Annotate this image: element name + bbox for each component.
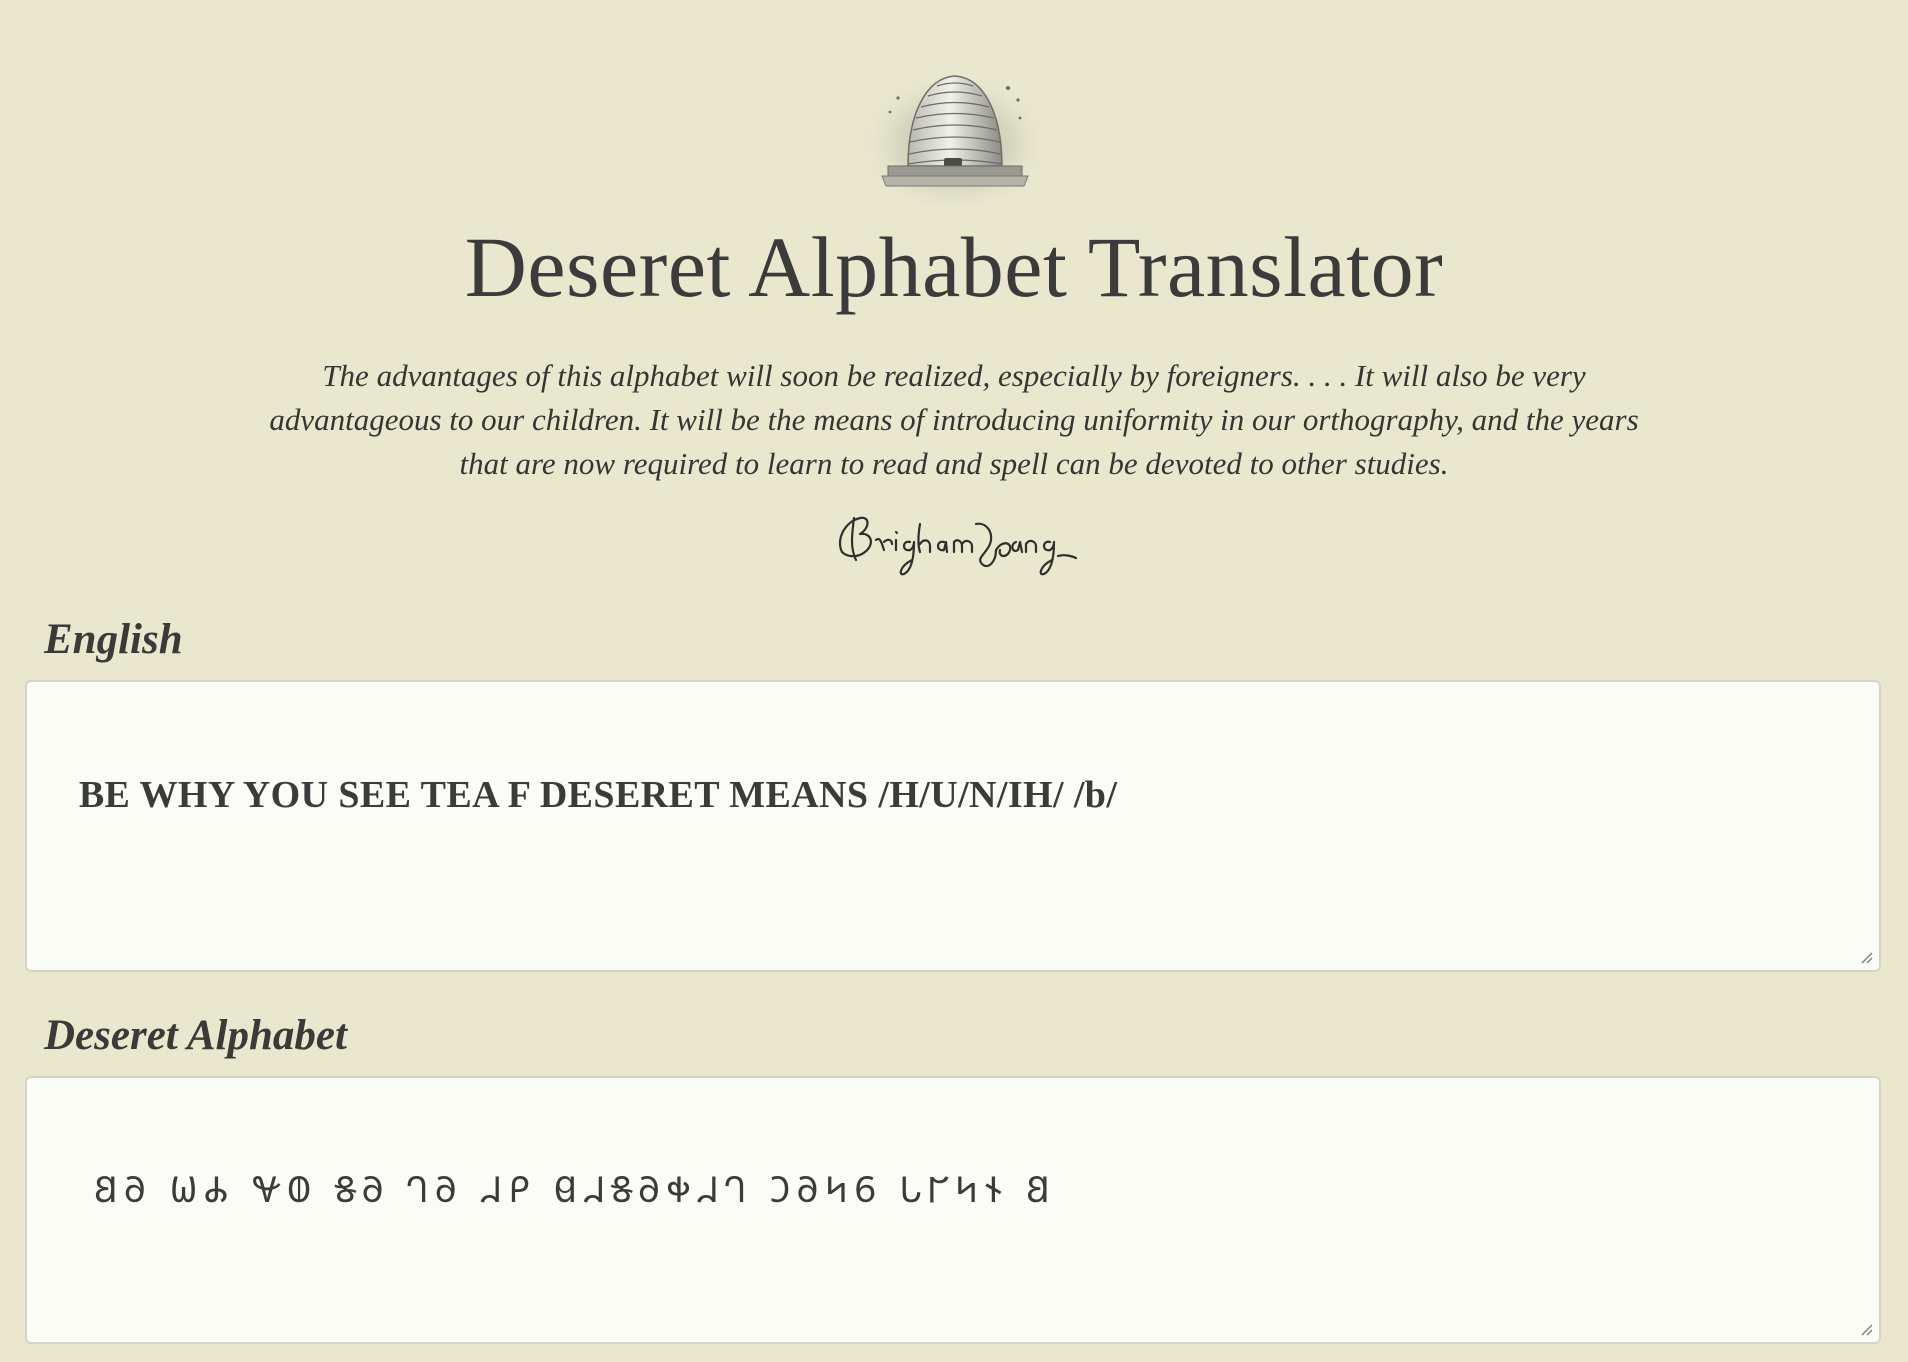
page-title: Deseret Alphabet Translator: [464, 219, 1444, 315]
english-text[interactable]: BE WHY YOU SEE TEA F DESERET MEANS /H/U/…: [79, 774, 1117, 816]
resize-handle-icon[interactable]: [1859, 950, 1873, 964]
brigham-young-quote: The advantages of this alphabet will soo…: [269, 358, 1639, 481]
deseret-output[interactable]: 𐐒𐐀 𐐎𐐌 𐐏𐐅 𐐝𐐀 𐐓𐐀 𐐇𐐙 𐐔𐐇𐐝𐐀𐐡𐐇𐐓 𐐣𐐀𐐤𐐞 𐐢𐐊𐐤𐐆 𐐒: [25, 1076, 1881, 1344]
english-input[interactable]: BE WHY YOU SEE TEA F DESERET MEANS /H/U/…: [25, 680, 1881, 972]
deseret-label: Deseret Alphabet: [44, 1012, 347, 1059]
deseret-text[interactable]: 𐐒𐐀 𐐎𐐌 𐐏𐐅 𐐝𐐀 𐐓𐐀 𐐇𐐙 𐐔𐐇𐐝𐐀𐐡𐐇𐐓 𐐣𐐀𐐤𐐞 𐐢𐐊𐐤𐐆 𐐒: [94, 1170, 1056, 1211]
beehive-logo-icon: [860, 64, 1050, 208]
english-label: English: [44, 616, 183, 663]
signature-image: [838, 516, 1078, 576]
resize-handle-icon[interactable]: [1859, 1322, 1873, 1336]
